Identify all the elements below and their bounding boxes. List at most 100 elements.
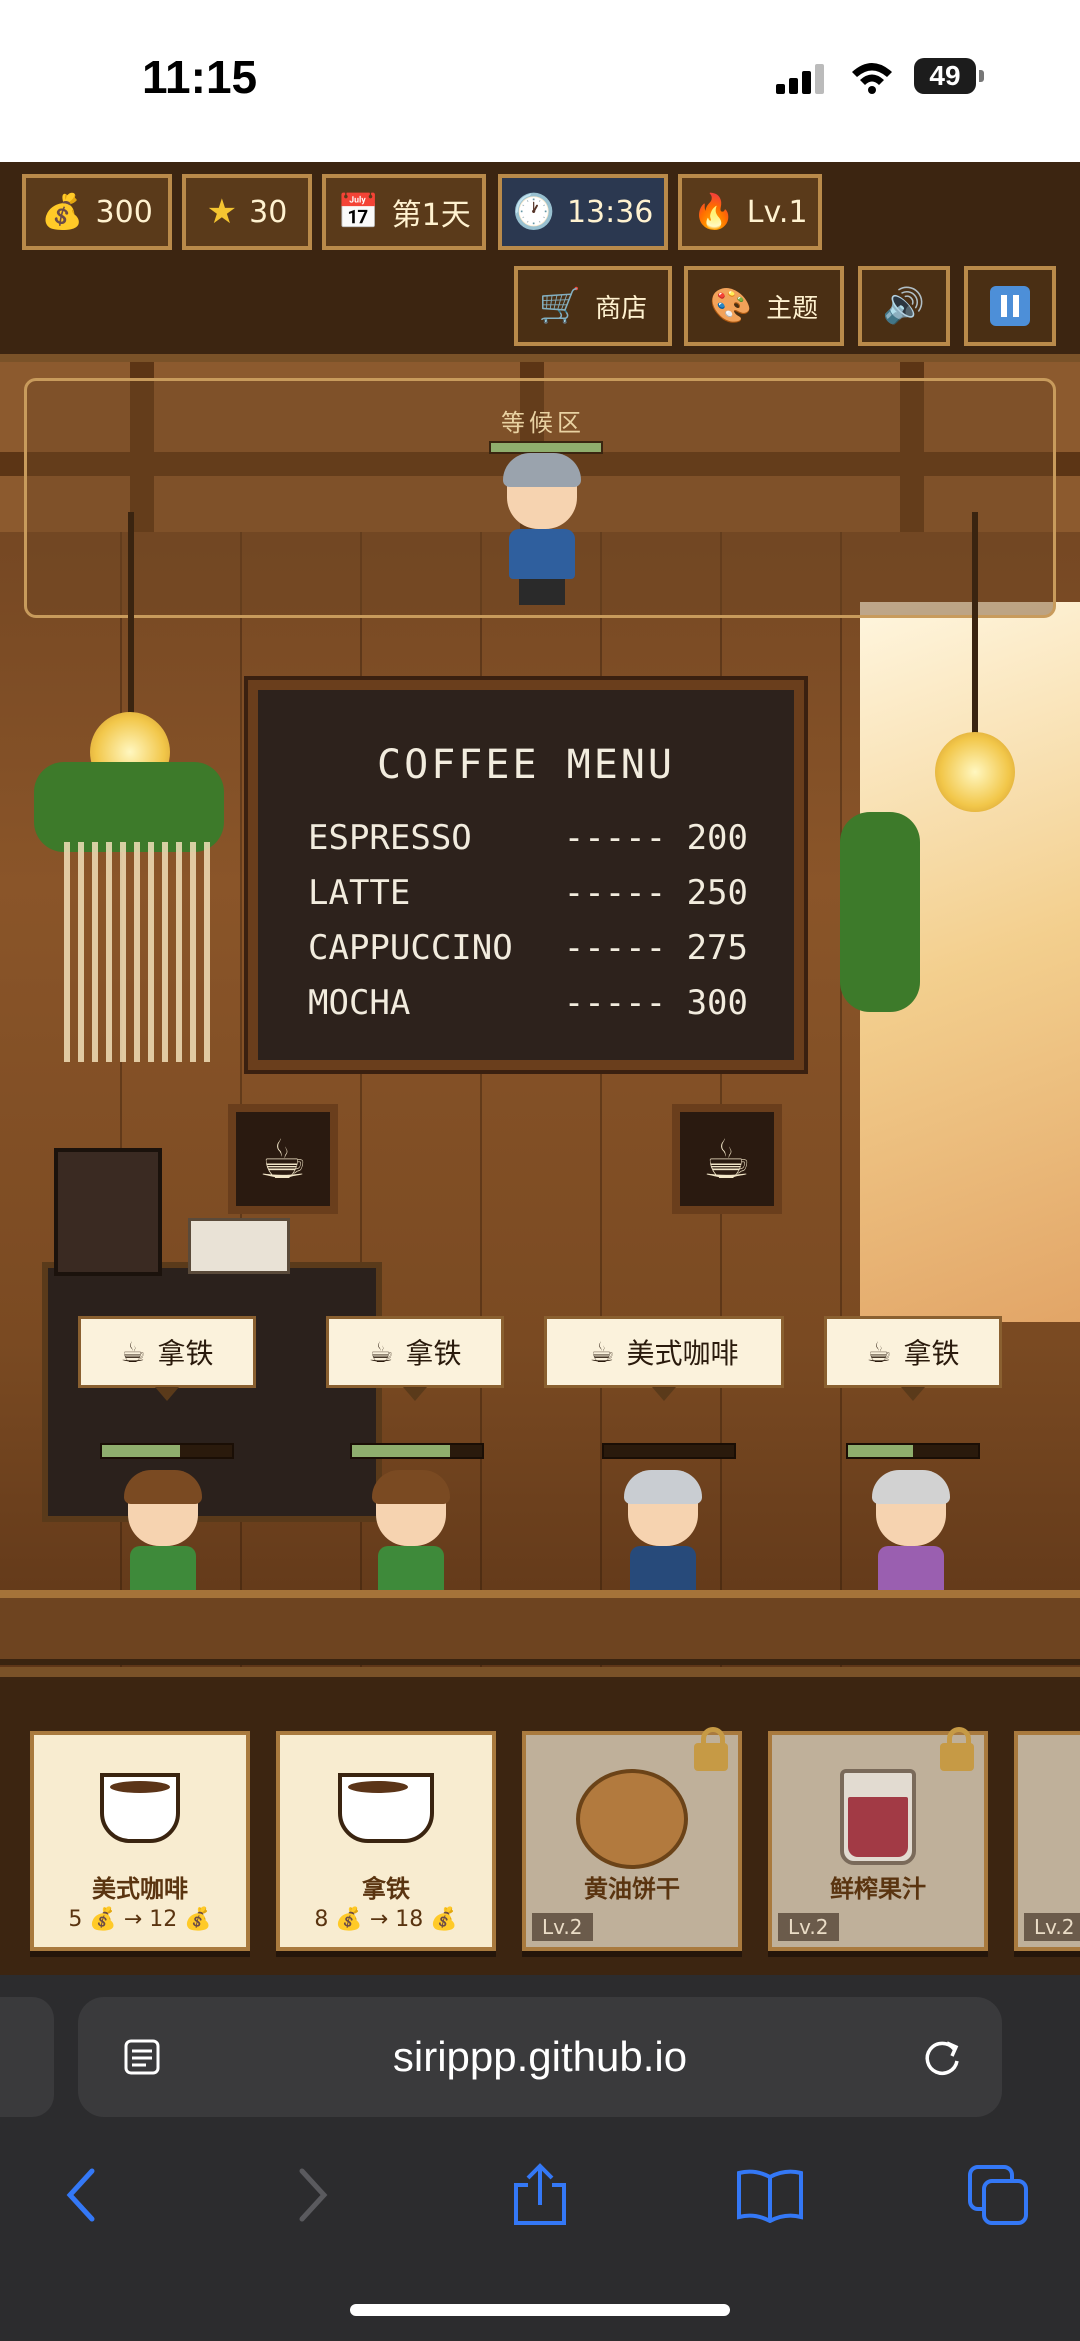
- pause-button[interactable]: [964, 266, 1056, 346]
- item-card-latte[interactable]: 拿铁 8 💰 → 18 💰: [276, 1731, 496, 1951]
- book-icon: [737, 2169, 803, 2223]
- coins-stat: 💰 300: [22, 174, 172, 250]
- coffee-cup-icon: ☕: [120, 1335, 146, 1369]
- order-bubble[interactable]: ☕ 美式咖啡: [544, 1316, 784, 1401]
- palette-icon: 🎨: [709, 286, 753, 326]
- status-bar: 11:15 49: [0, 0, 1080, 162]
- order-bubble[interactable]: ☕ 拿铁: [326, 1316, 504, 1401]
- bookmarks-button[interactable]: [730, 2155, 810, 2235]
- price-arrow: →: [123, 1907, 143, 1932]
- juice-glass-icon: [840, 1769, 916, 1865]
- share-icon: [514, 2163, 566, 2225]
- clock-stat: 🕐 13:36: [498, 174, 668, 250]
- item-level: Lv.2: [778, 1913, 839, 1941]
- pause-icon: [990, 286, 1030, 326]
- price-arrow: →: [369, 1907, 389, 1932]
- patience-fill: [352, 1445, 450, 1457]
- forward-button[interactable]: [272, 2155, 352, 2235]
- back-button[interactable]: [42, 2155, 122, 2235]
- fire-icon: 🔥: [692, 192, 735, 232]
- shop-label: 商店: [595, 293, 648, 324]
- item-card-partial[interactable]: Lv.2: [1014, 1731, 1080, 1951]
- menu-item-name: ESPRESSO: [308, 818, 472, 858]
- order-item: 美式咖啡: [626, 1337, 739, 1370]
- money-bag-icon: 💰: [41, 192, 84, 232]
- item-level: Lv.2: [532, 1913, 593, 1941]
- cookie-icon: [576, 1769, 688, 1869]
- item-name: 拿铁: [362, 1875, 410, 1903]
- menu-item-price: ----- 300: [563, 983, 748, 1023]
- espresso-machine[interactable]: [42, 1148, 382, 1522]
- home-indicator: [350, 2304, 730, 2316]
- coin-icon: 💰: [184, 1907, 212, 1932]
- menu-row: CAPPUCCINO ----- 275: [308, 928, 748, 968]
- calendar-icon: 📅: [337, 192, 380, 232]
- waiting-area: 等候区: [24, 378, 1056, 618]
- shop-button[interactable]: 🛒 商店: [514, 266, 672, 346]
- cart-icon: 🛒: [538, 286, 582, 326]
- order-bubble[interactable]: ☕ 拿铁: [78, 1316, 256, 1401]
- coins-value: 300: [95, 194, 153, 230]
- patience-fill: [102, 1445, 180, 1457]
- item-card-fresh-juice[interactable]: 鲜榨果汁 Lv.2: [768, 1727, 988, 1951]
- patience-bar: [350, 1443, 484, 1459]
- item-price: 8 💰 → 18 💰: [280, 1907, 492, 1932]
- order-item: 拿铁: [405, 1337, 462, 1370]
- item-cost: 8: [314, 1907, 329, 1932]
- coin-icon: 💰: [430, 1907, 458, 1932]
- stars-stat: ★ 30: [182, 174, 312, 250]
- coffee-cup-icon: [100, 1773, 180, 1843]
- theme-label: 主题: [766, 293, 819, 324]
- menu-item-name: CAPPUCCINO: [308, 928, 513, 968]
- latte-cup-icon: [338, 1773, 434, 1843]
- item-bar: 美式咖啡 5 💰 → 12 💰 拿铁 8 💰 → 18 💰 黄油饼干 Lv.2 …: [0, 1667, 1080, 1975]
- menu-item-price: ----- 200: [563, 818, 748, 858]
- patience-bar: [846, 1443, 980, 1459]
- clock-value: 13:36: [566, 194, 654, 230]
- reload-icon[interactable]: [920, 2035, 964, 2079]
- item-level: Lv.2: [1024, 1913, 1080, 1941]
- star-icon: ★: [206, 192, 238, 232]
- menu-title: COFFEE MENU: [377, 742, 675, 788]
- previous-tab-peek[interactable]: [0, 1997, 54, 2117]
- menu-item-name: LATTE: [308, 873, 411, 913]
- item-name: 黄油饼干: [584, 1875, 680, 1903]
- menu-item-name: MOCHA: [308, 983, 411, 1023]
- coffee-cup-icon: ☕: [368, 1335, 394, 1369]
- counter: [0, 1590, 1080, 1665]
- lock-icon: [694, 1727, 728, 1771]
- day-value: 第1天: [391, 198, 471, 233]
- address-bar[interactable]: sirippp.github.io: [78, 1997, 1002, 2117]
- tabs-button[interactable]: [958, 2155, 1038, 2235]
- clock-icon: 🕐: [512, 192, 555, 232]
- wifi-icon: [852, 63, 892, 94]
- status-time: 11:15: [142, 51, 258, 103]
- theme-button[interactable]: 🎨 主题: [684, 266, 844, 346]
- waiting-area-label: 等候区: [501, 409, 585, 437]
- menu-row: LATTE ----- 250: [308, 873, 748, 913]
- item-sell: 18: [395, 1907, 424, 1932]
- order-bubble[interactable]: ☕ 拿铁: [824, 1316, 1002, 1401]
- cellular-signal-icon: [776, 64, 824, 94]
- lock-icon: [940, 1727, 974, 1771]
- sound-button[interactable]: 🔊: [858, 266, 950, 346]
- game-header: 💰 300 ★ 30 📅 第1天 🕐 13:36 🔥 Lv.1 🛒 商店 🎨 主…: [0, 162, 1080, 362]
- cafe-scene: 等候区 COFFEE MENU ESPRESSO ----- 200 LATTE…: [0, 362, 1080, 1667]
- chevron-left-icon: [66, 2168, 95, 2222]
- item-sell: 12: [149, 1907, 178, 1932]
- macrame-hanger: [64, 842, 214, 1062]
- right-lamp: [935, 732, 1015, 812]
- item-price: 5 💰 → 12 💰: [34, 1907, 246, 1932]
- item-card-butter-cookie[interactable]: 黄油饼干 Lv.2: [522, 1727, 742, 1951]
- coin-icon: 💰: [89, 1907, 117, 1932]
- item-card-americano[interactable]: 美式咖啡 5 💰 → 12 💰: [30, 1731, 250, 1951]
- stars-value: 30: [249, 194, 288, 230]
- coffee-menu-board: COFFEE MENU ESPRESSO ----- 200 LATTE ---…: [248, 680, 804, 1070]
- day-stat: 📅 第1天: [322, 174, 486, 250]
- left-plant: [34, 762, 224, 852]
- share-button[interactable]: [500, 2155, 580, 2235]
- battery-tip: [979, 70, 984, 82]
- coffee-cup-icon: ☕: [866, 1335, 892, 1369]
- right-plant: [840, 812, 920, 1012]
- browser-bar: sirippp.github.io: [0, 1975, 1080, 2341]
